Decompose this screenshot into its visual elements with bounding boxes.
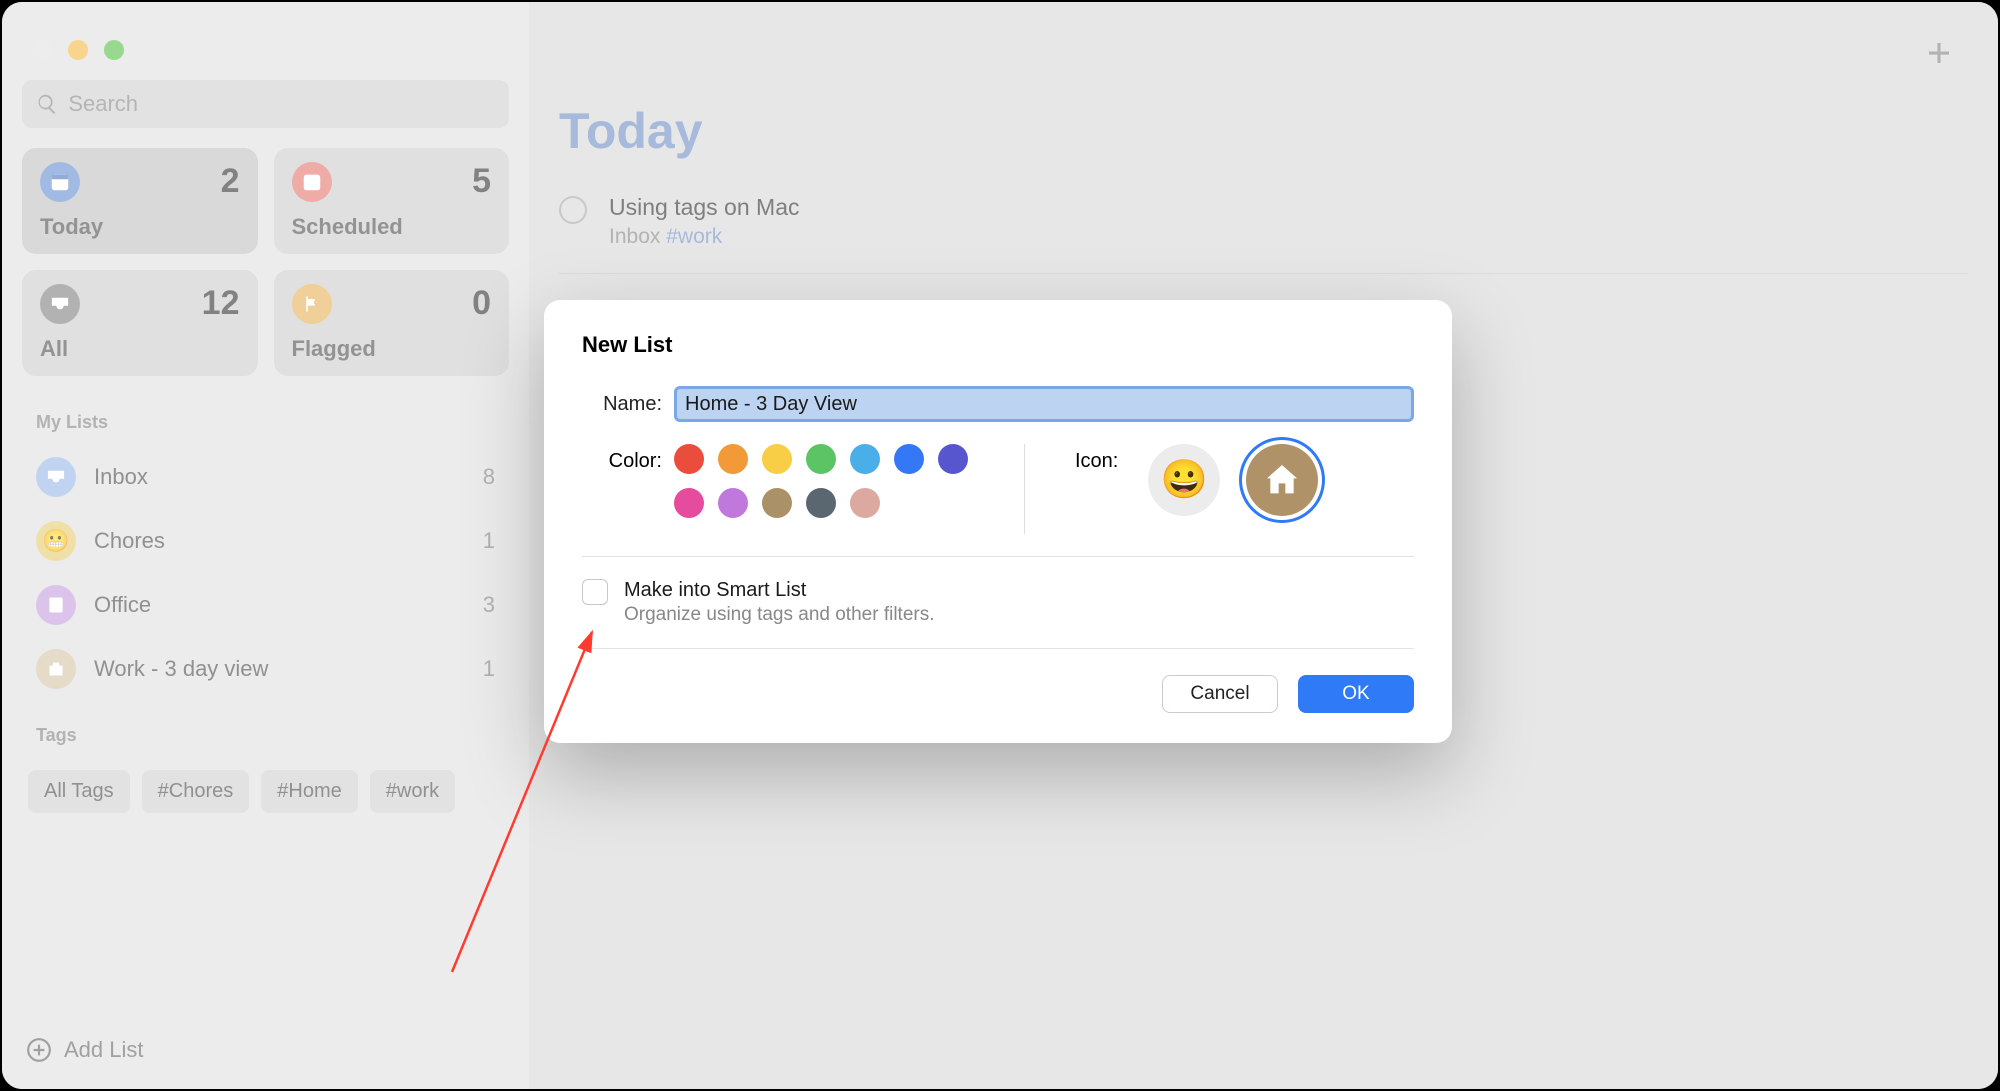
dialog-buttons: Cancel OK: [582, 675, 1414, 713]
add-list-button[interactable]: Add List: [26, 1037, 144, 1063]
color-pink[interactable]: [674, 488, 704, 518]
list-item-office[interactable]: Office 3: [22, 575, 509, 635]
name-label: Name:: [582, 393, 674, 416]
smartlist-option[interactable]: Make into Smart List Organize using tags…: [582, 579, 1414, 626]
reminder-meta: Inbox #work: [609, 225, 799, 249]
color-yellow[interactable]: [762, 444, 792, 474]
smart-lists-grid: 2 Today 5 Scheduled 12: [22, 148, 509, 376]
flagged-label: Flagged: [292, 336, 492, 362]
work-label: Work - 3 day view: [94, 656, 465, 682]
smart-card-today[interactable]: 2 Today: [22, 148, 258, 254]
tag-work[interactable]: #work: [370, 770, 455, 813]
new-list-dialog: New List Name: Color: Icon:: [544, 300, 1452, 743]
work-list-icon: [36, 649, 76, 689]
search-icon: [36, 92, 58, 116]
app-window: 2 Today 5 Scheduled 12: [2, 2, 1998, 1089]
page-title: Today: [559, 102, 1968, 160]
close-window-button[interactable]: [32, 40, 52, 60]
icon-option-home[interactable]: [1246, 444, 1318, 516]
icon-picker: 😀: [1148, 444, 1318, 516]
tray-icon: [40, 284, 80, 324]
list-item-chores[interactable]: 😬 Chores 1: [22, 511, 509, 571]
today-label: Today: [40, 214, 240, 240]
color-swatches: [674, 444, 1004, 518]
office-label: Office: [94, 592, 465, 618]
flag-icon: [292, 284, 332, 324]
sidebar: 2 Today 5 Scheduled 12: [2, 2, 529, 1089]
reminder-item[interactable]: Using tags on Mac Inbox #work: [559, 190, 1968, 274]
color-rose[interactable]: [850, 488, 880, 518]
reminder-title: Using tags on Mac: [609, 194, 799, 221]
list-name-input[interactable]: [674, 386, 1414, 422]
inbox-list-icon: [36, 457, 76, 497]
search-input[interactable]: [68, 91, 495, 117]
chores-list-icon: 😬: [36, 521, 76, 561]
list-item-work[interactable]: Work - 3 day view 1: [22, 639, 509, 699]
color-label: Color:: [582, 444, 674, 473]
color-gray[interactable]: [806, 488, 836, 518]
all-count: 12: [202, 284, 240, 323]
smartlist-title: Make into Smart List: [624, 579, 935, 602]
smart-card-flagged[interactable]: 0 Flagged: [274, 270, 510, 376]
scheduled-label: Scheduled: [292, 214, 492, 240]
dialog-title: New List: [582, 332, 1414, 358]
icon-label: Icon:: [1075, 444, 1118, 473]
add-list-label: Add List: [64, 1037, 144, 1063]
color-purple[interactable]: [718, 488, 748, 518]
smartlist-subtitle: Organize using tags and other filters.: [624, 604, 935, 626]
minimize-window-button[interactable]: [68, 40, 88, 60]
all-label: All: [40, 336, 240, 362]
cancel-button[interactable]: Cancel: [1162, 675, 1278, 713]
separator: [582, 556, 1414, 557]
divider: [1024, 444, 1025, 534]
chores-label: Chores: [94, 528, 465, 554]
plus-circle-icon: [26, 1037, 52, 1063]
work-count: 1: [483, 656, 495, 682]
reminder-checkbox[interactable]: [559, 196, 587, 224]
office-count: 3: [483, 592, 495, 618]
color-red[interactable]: [674, 444, 704, 474]
smartlist-checkbox[interactable]: [582, 579, 608, 605]
smart-card-scheduled[interactable]: 5 Scheduled: [274, 148, 510, 254]
new-reminder-button[interactable]: [1924, 38, 1954, 68]
tags-header: Tags: [36, 725, 509, 746]
ok-button[interactable]: OK: [1298, 675, 1414, 713]
office-list-icon: [36, 585, 76, 625]
calendar-today-icon: [40, 162, 80, 202]
color-lightblue[interactable]: [850, 444, 880, 474]
separator: [582, 648, 1414, 649]
scheduled-count: 5: [472, 162, 491, 201]
tag-all[interactable]: All Tags: [28, 770, 130, 813]
color-blue[interactable]: [894, 444, 924, 474]
reminder-tag: #work: [666, 225, 722, 248]
window-controls: [32, 40, 124, 60]
reminder-list: Inbox: [609, 225, 660, 248]
color-orange[interactable]: [718, 444, 748, 474]
home-icon: [1262, 460, 1302, 500]
inbox-label: Inbox: [94, 464, 465, 490]
inbox-count: 8: [483, 464, 495, 490]
tag-home[interactable]: #Home: [261, 770, 357, 813]
my-lists: Inbox 8 😬 Chores 1 Office 3 Work - 3 day…: [22, 447, 509, 699]
tags-row: All Tags #Chores #Home #work: [22, 770, 509, 813]
color-indigo[interactable]: [938, 444, 968, 474]
chores-count: 1: [483, 528, 495, 554]
color-green[interactable]: [806, 444, 836, 474]
flagged-count: 0: [472, 284, 491, 323]
today-count: 2: [221, 162, 240, 201]
maximize-window-button[interactable]: [104, 40, 124, 60]
calendar-icon: [292, 162, 332, 202]
color-brown[interactable]: [762, 488, 792, 518]
mylists-header: My Lists: [36, 412, 509, 433]
icon-option-emoji[interactable]: 😀: [1148, 444, 1220, 516]
list-item-inbox[interactable]: Inbox 8: [22, 447, 509, 507]
search-field[interactable]: [22, 80, 509, 128]
smart-card-all[interactable]: 12 All: [22, 270, 258, 376]
tag-chores[interactable]: #Chores: [142, 770, 250, 813]
